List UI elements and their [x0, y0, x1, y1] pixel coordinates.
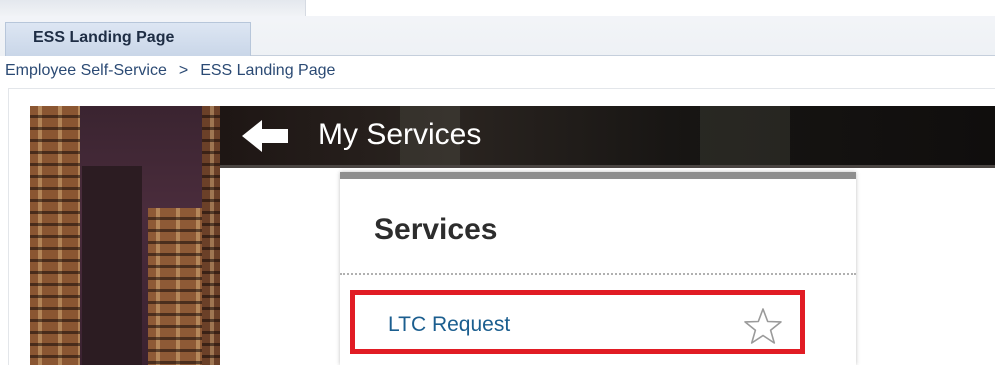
service-link-ltc-request[interactable]: LTC Request — [388, 313, 510, 337]
header-background-tower — [700, 106, 790, 166]
services-title: Services — [374, 213, 498, 246]
frame-border — [8, 88, 9, 365]
tab-strip-left-edge — [0, 0, 305, 16]
services-card: Services LTC Request — [340, 172, 856, 365]
left-arrow-icon[interactable] — [240, 118, 292, 154]
breadcrumb-separator: > — [178, 62, 189, 79]
tab-strip-right-edge — [305, 0, 995, 16]
page-title: My Services — [318, 118, 482, 151]
banner-building-dark — [82, 166, 142, 365]
breadcrumb-item-employee-self-service[interactable]: Employee Self-Service — [5, 62, 167, 79]
tab-strip: ESS Landing Page — [0, 0, 995, 56]
star-outline-icon[interactable] — [743, 307, 783, 345]
banner-building-left — [30, 106, 80, 365]
banner-building-middle — [148, 208, 206, 365]
tab-bar-divider — [251, 55, 995, 56]
breadcrumb-divider — [8, 88, 995, 89]
breadcrumb-item-ess-landing-page: ESS Landing Page — [200, 62, 336, 79]
services-divider — [340, 273, 856, 275]
tab-ess-landing-page[interactable]: ESS Landing Page — [5, 22, 251, 56]
breadcrumb: Employee Self-Service > ESS Landing Page — [5, 62, 335, 84]
service-item-ltc-request[interactable]: LTC Request — [350, 290, 805, 354]
